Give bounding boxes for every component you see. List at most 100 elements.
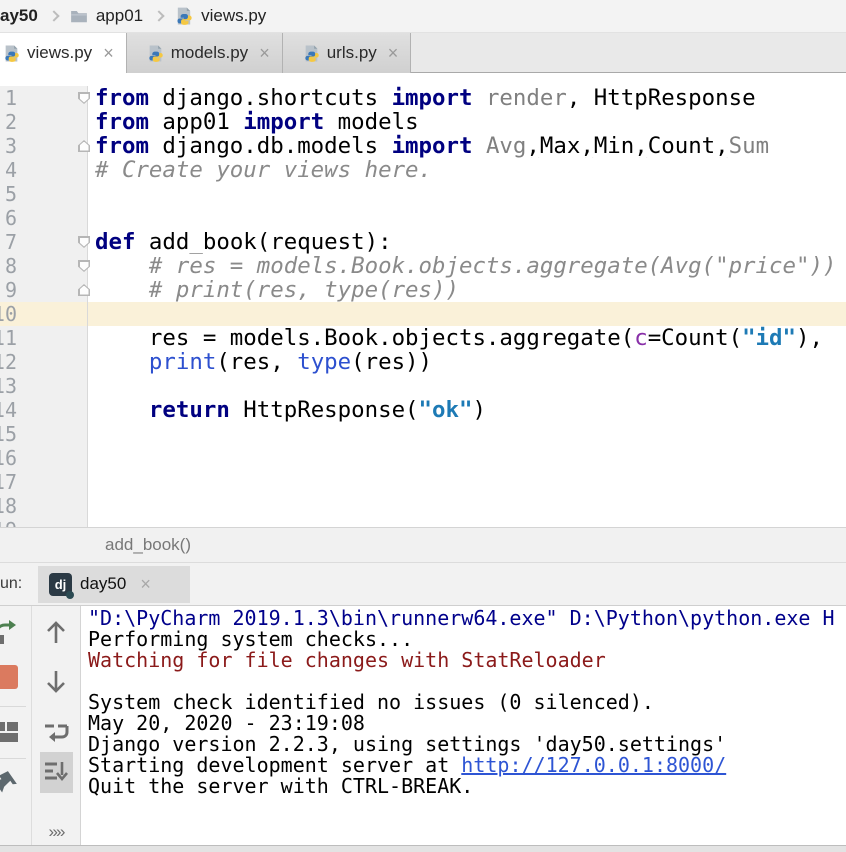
line-number: 19 [0, 518, 17, 527]
run-tab-day50[interactable]: dj day50 × [38, 566, 190, 603]
restore-layout-icon[interactable] [0, 718, 20, 746]
code-editor[interactable]: 1from django.shortcuts import render, Ht… [0, 73, 846, 527]
code-token-plain: ), [796, 326, 823, 350]
python-file-icon [3, 45, 20, 62]
code-text [88, 470, 846, 494]
gutter-cell: 15 [0, 422, 88, 446]
run-console[interactable]: "D:\PyCharm 2019.1.3\bin\runnerw64.exe" … [81, 606, 846, 845]
line-number: 6 [5, 206, 17, 230]
close-icon[interactable]: × [259, 44, 270, 62]
editor-line-3: 3from django.db.models import Avg,Max,Mi… [0, 134, 846, 158]
close-icon[interactable]: × [388, 44, 399, 62]
breadcrumb-file[interactable]: views.py [201, 6, 266, 26]
pycharm-window: ay50 app01 views.py views.py×models.py×u… [0, 0, 846, 852]
server-url-link[interactable]: http://127.0.0.1:8000/ [461, 753, 726, 777]
code-text [88, 446, 846, 470]
editor-lines: 1from django.shortcuts import render, Ht… [0, 73, 846, 527]
code-token-kw: from [95, 134, 149, 158]
editor-line-16: 16 [0, 446, 846, 470]
folder-icon [70, 7, 88, 25]
editor-line-5: 5 [0, 182, 846, 206]
line-number: 16 [0, 446, 17, 470]
close-icon[interactable]: × [140, 574, 151, 595]
python-file-icon [147, 45, 164, 62]
code-token-plain: HttpResponse( [230, 398, 419, 422]
code-text [88, 518, 846, 527]
gutter-cell: 1 [0, 86, 88, 110]
stop-icon[interactable] [0, 663, 20, 691]
editor-tab-bar: views.py×models.py×urls.py× [0, 33, 846, 73]
breadcrumb-package[interactable]: app01 [96, 6, 143, 26]
gutter-cell: 19 [0, 518, 88, 527]
chevron-right-icon [153, 10, 164, 21]
code-token-kw: import [392, 134, 473, 158]
code-token-plain: add_book(request): [135, 230, 391, 254]
gutter-cell: 14 [0, 398, 88, 422]
gutter-cell: 17 [0, 470, 88, 494]
close-icon[interactable]: × [103, 44, 114, 62]
scroll-to-end-icon[interactable] [42, 758, 70, 786]
gutter-cell: 18 [0, 494, 88, 518]
editor-line-9: 9 # print(res, type(res)) [0, 278, 846, 302]
gutter-cell: 8 [0, 254, 88, 278]
run-toolwindow-header: un: dj day50 × [0, 563, 846, 606]
console-text: Quit the server with CTRL-BREAK. [88, 774, 473, 798]
line-number: 9 [5, 278, 17, 302]
gutter-cell: 3 [0, 134, 88, 158]
gutter-cell: 13 [0, 374, 88, 398]
code-token-plain: django.shortcuts [149, 86, 392, 110]
up-icon[interactable] [42, 618, 70, 646]
code-text: def add_book(request): [88, 230, 846, 254]
tab-views-py[interactable]: views.py× [0, 33, 127, 73]
more-icon[interactable]: »» [42, 818, 70, 845]
code-token-builtin: type [297, 350, 351, 374]
editor-line-7: 7def add_book(request): [0, 230, 846, 254]
code-token-warn: , [634, 134, 647, 158]
code-token-plain: models [324, 110, 418, 134]
tab-label: models.py [171, 43, 248, 63]
line-number: 3 [5, 134, 17, 158]
breadcrumb-project[interactable]: ay50 [0, 6, 38, 26]
code-token-com: # res = models.Book.objects.aggregate(Av… [95, 254, 836, 278]
pin-icon[interactable] [0, 768, 20, 796]
code-token-warn: , [715, 134, 728, 158]
code-text [88, 494, 846, 518]
code-token-plain [472, 134, 485, 158]
breadcrumb: ay50 app01 views.py [0, 0, 846, 33]
soft-wrap-icon[interactable] [42, 718, 70, 746]
code-text: res = models.Book.objects.aggregate(c=Co… [88, 326, 846, 350]
editor-line-2: 2from app01 import models [0, 110, 846, 134]
code-token-kwarg: c [634, 326, 647, 350]
code-text: print(res, type(res)) [88, 350, 846, 374]
line-number: 15 [0, 422, 17, 446]
code-token-plain: =Count( [648, 326, 742, 350]
code-text: # print(res, type(res)) [88, 278, 846, 302]
down-icon[interactable] [42, 668, 70, 696]
code-token-plain [472, 86, 485, 110]
code-token-kw: def [95, 230, 135, 254]
editor-breadcrumb-bar: add_book() [0, 527, 846, 563]
code-token-kw: from [95, 86, 149, 110]
code-token-com: # print(res, type(res)) [95, 278, 459, 302]
gutter-cell: 7 [0, 230, 88, 254]
line-number: 17 [0, 470, 17, 494]
code-token-plain: Count [648, 134, 715, 158]
current-function-breadcrumb[interactable]: add_book() [105, 535, 191, 555]
code-token-kw: return [149, 398, 230, 422]
gutter-cell: 6 [0, 206, 88, 230]
code-token-warn: , [526, 134, 539, 158]
tab-models-py[interactable]: models.py × [127, 33, 283, 73]
code-token-plain [95, 350, 149, 374]
python-file-icon [303, 45, 320, 62]
code-token-plain: django.db.models [149, 134, 392, 158]
console-line: May 20, 2020 - 23:19:08 [88, 713, 846, 734]
code-text: # Create your views here. [88, 158, 846, 182]
python-file-icon [175, 7, 193, 25]
rerun-icon[interactable] [0, 618, 20, 646]
code-token-plain [95, 398, 149, 422]
editor-line-14: 14 return HttpResponse("ok") [0, 398, 846, 422]
console-line: Quit the server with CTRL-BREAK. [88, 776, 846, 797]
editor-line-4: 4# Create your views here. [0, 158, 846, 182]
tab-urls-py[interactable]: urls.py× [283, 33, 412, 73]
code-text [88, 374, 846, 398]
